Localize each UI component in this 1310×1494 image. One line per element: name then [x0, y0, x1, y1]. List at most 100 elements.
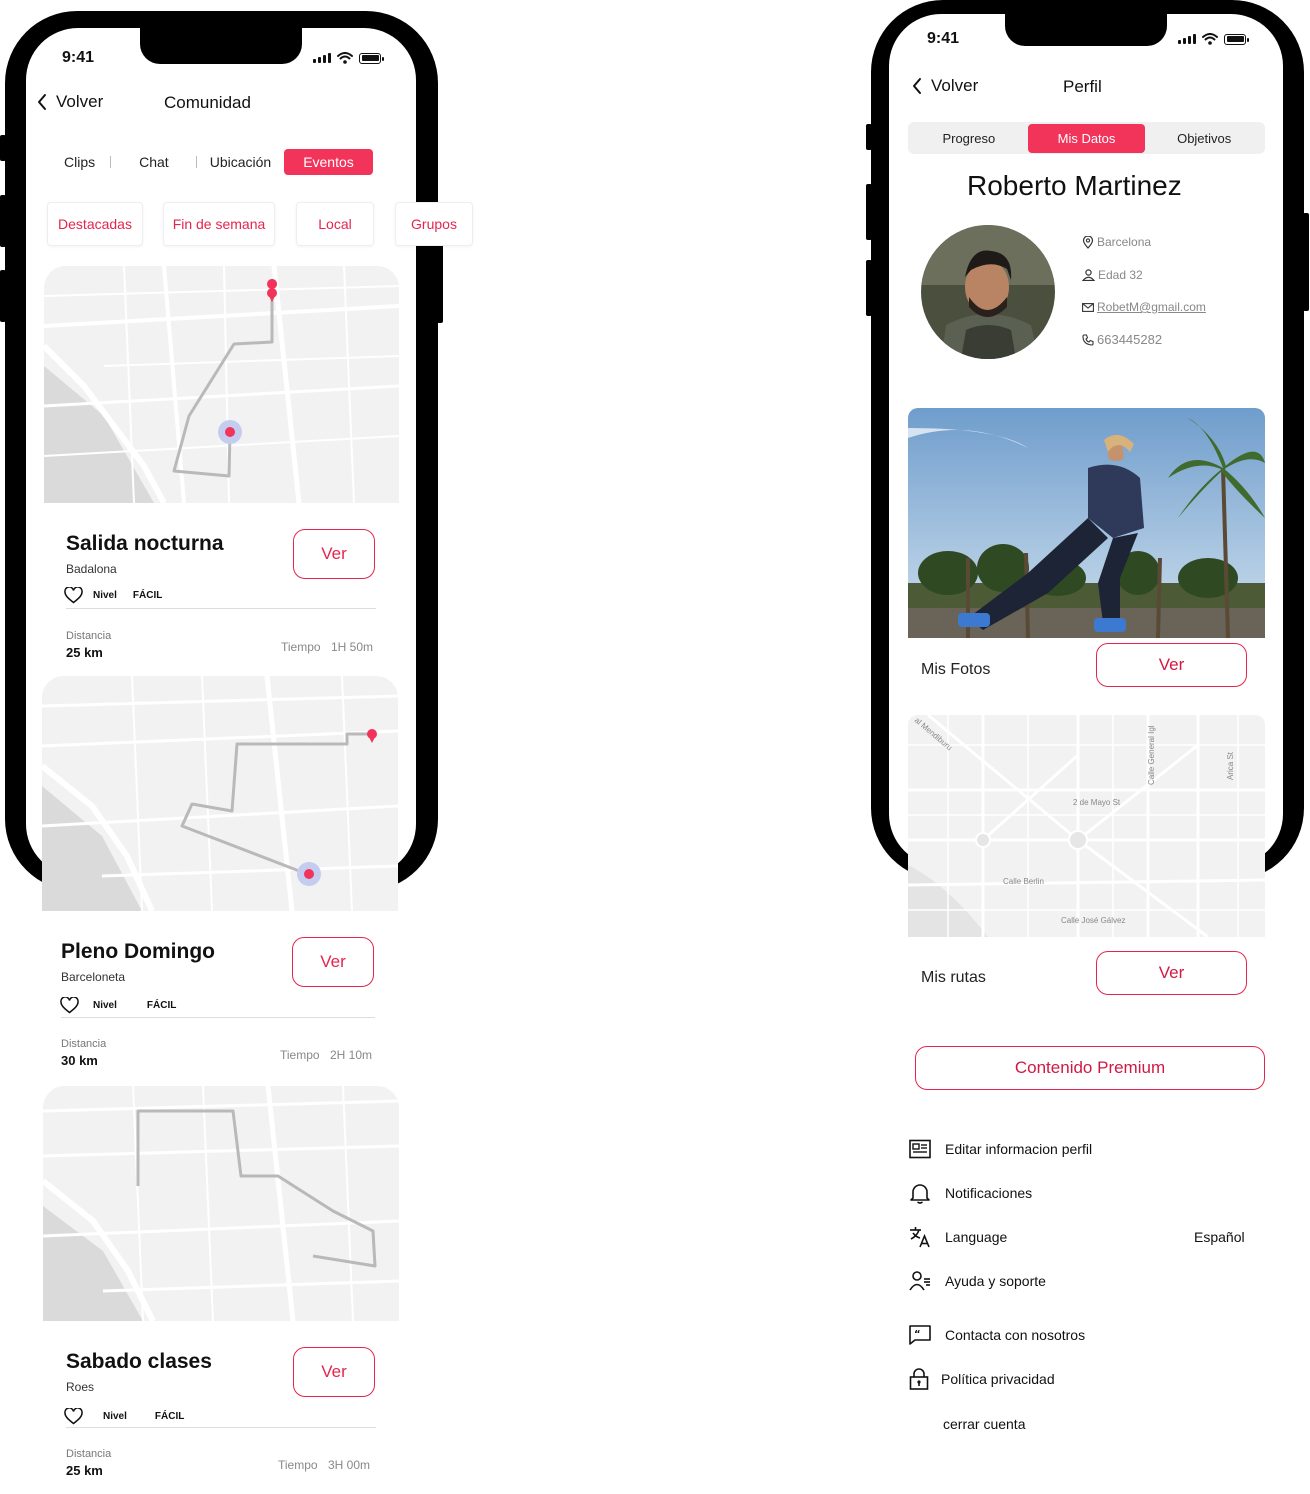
view-photos-button[interactable]: Ver — [1096, 643, 1247, 687]
level-label: Nivel — [103, 1411, 127, 1422]
side-button — [0, 135, 6, 161]
svg-text:“: “ — [914, 1329, 921, 1340]
event-title: Sabado clases — [66, 1350, 212, 1373]
email-value[interactable]: RobetM@gmail.com — [1097, 300, 1206, 314]
age-value: Edad 32 — [1098, 268, 1143, 282]
menu-language[interactable]: Language — [909, 1226, 1007, 1248]
profile-card-icon — [909, 1139, 931, 1159]
time-value: 2H 10m — [330, 1048, 373, 1062]
info-age: Edad 32 — [1082, 268, 1143, 282]
distance-value: 30 km — [61, 1053, 98, 1068]
distance-label: Distancia — [61, 1038, 107, 1050]
status-icons — [1178, 33, 1249, 45]
menu-label: Editar informacion perfil — [945, 1141, 1093, 1157]
chip-grupos[interactable]: Grupos — [395, 202, 473, 246]
menu-edit-profile[interactable]: Editar informacion perfil — [909, 1139, 1092, 1159]
heart-icon[interactable] — [64, 1408, 83, 1425]
info-phone[interactable]: 663445282 — [1082, 332, 1162, 347]
battery-icon — [359, 52, 384, 64]
avatar[interactable] — [921, 225, 1055, 359]
info-city: Barcelona — [1082, 235, 1151, 249]
event-title: Pleno Domingo — [61, 940, 215, 963]
menu-help-support[interactable]: Ayuda y soporte — [909, 1270, 1046, 1292]
notch — [1005, 14, 1167, 46]
street-label: 2 de Mayo St — [1073, 798, 1121, 807]
status-time: 9:41 — [927, 30, 960, 47]
page-title: Comunidad — [164, 93, 251, 112]
mail-icon — [1082, 302, 1094, 312]
level-value: FÁCIL — [146, 1000, 177, 1011]
street-label: Arica St — [1226, 751, 1235, 780]
street-label: Calle Berlin — [1003, 877, 1044, 886]
phone-value[interactable]: 663445282 — [1097, 332, 1162, 347]
community-tabs: Clips Chat Ubicación Eventos — [48, 149, 373, 175]
tab-objetivos[interactable]: Objetivos — [1145, 124, 1263, 153]
menu-label: Política privacidad — [941, 1371, 1055, 1387]
menu-privacy-policy[interactable]: Política privacidad — [909, 1368, 1055, 1390]
tab-chat[interactable]: Chat — [111, 149, 197, 175]
wifi-icon — [337, 52, 353, 64]
page-title: Perfil — [1063, 77, 1102, 96]
time-label: Tiempo — [280, 1048, 320, 1062]
menu-notifications[interactable]: Notificaciones — [909, 1182, 1032, 1204]
tab-clips[interactable]: Clips — [48, 149, 112, 175]
view-event-button[interactable]: Ver — [293, 529, 375, 579]
side-button — [866, 124, 872, 150]
signal-icon — [313, 53, 331, 63]
event-map[interactable] — [44, 266, 399, 503]
side-button — [866, 260, 872, 316]
tab-mis-datos[interactable]: Mis Datos — [1027, 123, 1146, 153]
tab-progreso[interactable]: Progreso — [910, 124, 1028, 153]
event-map[interactable] — [42, 676, 398, 911]
chip-local[interactable]: Local — [296, 202, 374, 246]
time-value: 1H 50m — [331, 640, 374, 654]
profile-photo[interactable] — [908, 408, 1265, 638]
time-value: 3H 00m — [328, 1458, 371, 1472]
status-time: 9:41 — [62, 49, 95, 66]
time-label: Tiempo — [281, 640, 321, 654]
chip-fin-de-semana[interactable]: Fin de semana — [163, 202, 275, 246]
view-routes-button[interactable]: Ver — [1096, 951, 1247, 995]
info-email[interactable]: RobetM@gmail.com — [1082, 300, 1206, 314]
event-location: Barceloneta — [61, 970, 126, 984]
level-label: Nivel — [93, 590, 117, 601]
level-value: FÁCIL — [132, 590, 163, 601]
event-location: Roes — [66, 1380, 95, 1394]
menu-contact-us[interactable]: “ Contacta con nosotros — [909, 1325, 1085, 1345]
language-value[interactable]: Español — [1194, 1229, 1245, 1245]
back-label: Volver — [931, 76, 979, 95]
back-button[interactable]: Volver — [911, 76, 978, 96]
street-label: Calle General Igl — [1147, 725, 1156, 785]
heart-icon[interactable] — [60, 997, 79, 1014]
support-icon — [909, 1271, 930, 1291]
profile-name: Roberto Martinez — [967, 170, 1182, 201]
profile-segmented-control: Progreso Mis Datos Objetivos — [908, 122, 1265, 154]
tab-eventos[interactable]: Eventos — [284, 149, 373, 175]
view-event-button[interactable]: Ver — [293, 1347, 375, 1397]
event-level: Nivel FÁCIL — [60, 997, 176, 1014]
heart-icon[interactable] — [64, 587, 83, 604]
lock-icon — [909, 1368, 929, 1390]
menu-label: Ayuda y soporte — [945, 1273, 1046, 1289]
back-button[interactable]: Volver — [36, 92, 103, 112]
location-pin-icon — [1082, 235, 1094, 249]
notch — [140, 28, 302, 64]
side-button — [0, 195, 6, 247]
signal-icon — [1178, 34, 1196, 44]
tab-ubicacion[interactable]: Ubicación — [197, 149, 284, 175]
event-map[interactable] — [43, 1086, 399, 1321]
photos-label: Mis Fotos — [921, 661, 991, 678]
menu-close-account[interactable]: cerrar cuenta — [943, 1416, 1025, 1432]
event-location: Badalona — [66, 562, 117, 576]
divider — [66, 608, 376, 609]
routes-map[interactable]: al Mendiburu Calle General Igl Arica St … — [908, 715, 1265, 937]
chip-destacadas[interactable]: Destacadas — [47, 202, 143, 246]
distance-label: Distancia — [66, 1448, 112, 1460]
status-icons — [313, 52, 384, 64]
menu-label: Notificaciones — [945, 1185, 1033, 1201]
menu-label: Contacta con nosotros — [945, 1327, 1086, 1343]
view-event-button[interactable]: Ver — [292, 937, 374, 987]
distance-value: 25 km — [66, 645, 103, 660]
event-title: Salida nocturna — [66, 532, 224, 555]
premium-content-button[interactable]: Contenido Premium — [915, 1046, 1265, 1090]
